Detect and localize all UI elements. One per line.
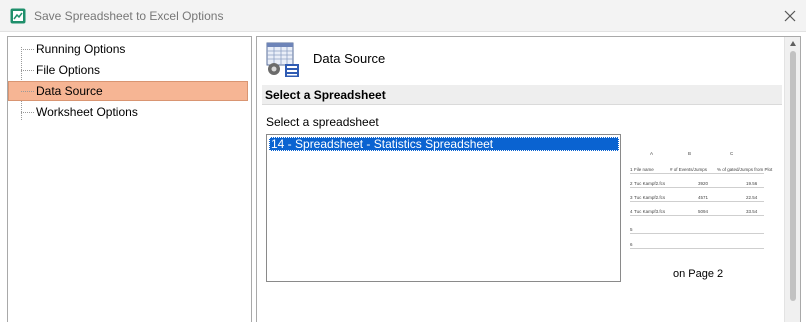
- tree-item-worksheet-options[interactable]: Worksheet Options: [8, 102, 248, 122]
- tree-item-label: Worksheet Options: [36, 105, 138, 119]
- section-title: Select a Spreadsheet: [265, 88, 386, 102]
- vertical-scrollbar[interactable]: [784, 37, 800, 322]
- tree-item-file-options[interactable]: File Options: [8, 60, 248, 80]
- list-item[interactable]: 14 - Spreadsheet - Statistics Spreadshee…: [269, 137, 619, 151]
- page-title: Data Source: [313, 51, 386, 66]
- scroll-thumb[interactable]: [790, 51, 796, 301]
- title-bar: Save Spreadsheet to Excel Options: [0, 0, 806, 32]
- preview-page-label: on Page 2: [673, 268, 724, 280]
- scroll-up-icon[interactable]: [789, 40, 797, 48]
- tree-item-label: Running Options: [36, 42, 126, 56]
- close-icon[interactable]: [778, 4, 802, 28]
- data-source-icon: [266, 42, 299, 77]
- preview-col-c: C: [730, 151, 734, 156]
- tree-item-data-source[interactable]: Data Source: [8, 81, 248, 101]
- tree-item-label: Data Source: [36, 84, 103, 98]
- options-tree: Running Options File Options Data Source…: [7, 36, 252, 322]
- spreadsheet-listbox[interactable]: 14 - Spreadsheet - Statistics Spreadshee…: [266, 134, 621, 282]
- spreadsheet-preview: A B C 1 File name # of Events/Jumps % of…: [630, 151, 773, 249]
- section-header: Select a Spreadsheet: [262, 85, 782, 105]
- tree-item-label: File Options: [36, 63, 101, 77]
- app-icon: [10, 8, 26, 24]
- window-title: Save Spreadsheet to Excel Options: [34, 9, 224, 23]
- spreadsheet-field-label: Select a spreadsheet: [266, 115, 379, 129]
- preview-col-b: B: [688, 151, 692, 156]
- content-panel: Data Source Select a Spreadsheet Select …: [256, 36, 801, 322]
- tree-item-running-options[interactable]: Running Options: [8, 39, 248, 59]
- preview-col-a: A: [650, 151, 654, 156]
